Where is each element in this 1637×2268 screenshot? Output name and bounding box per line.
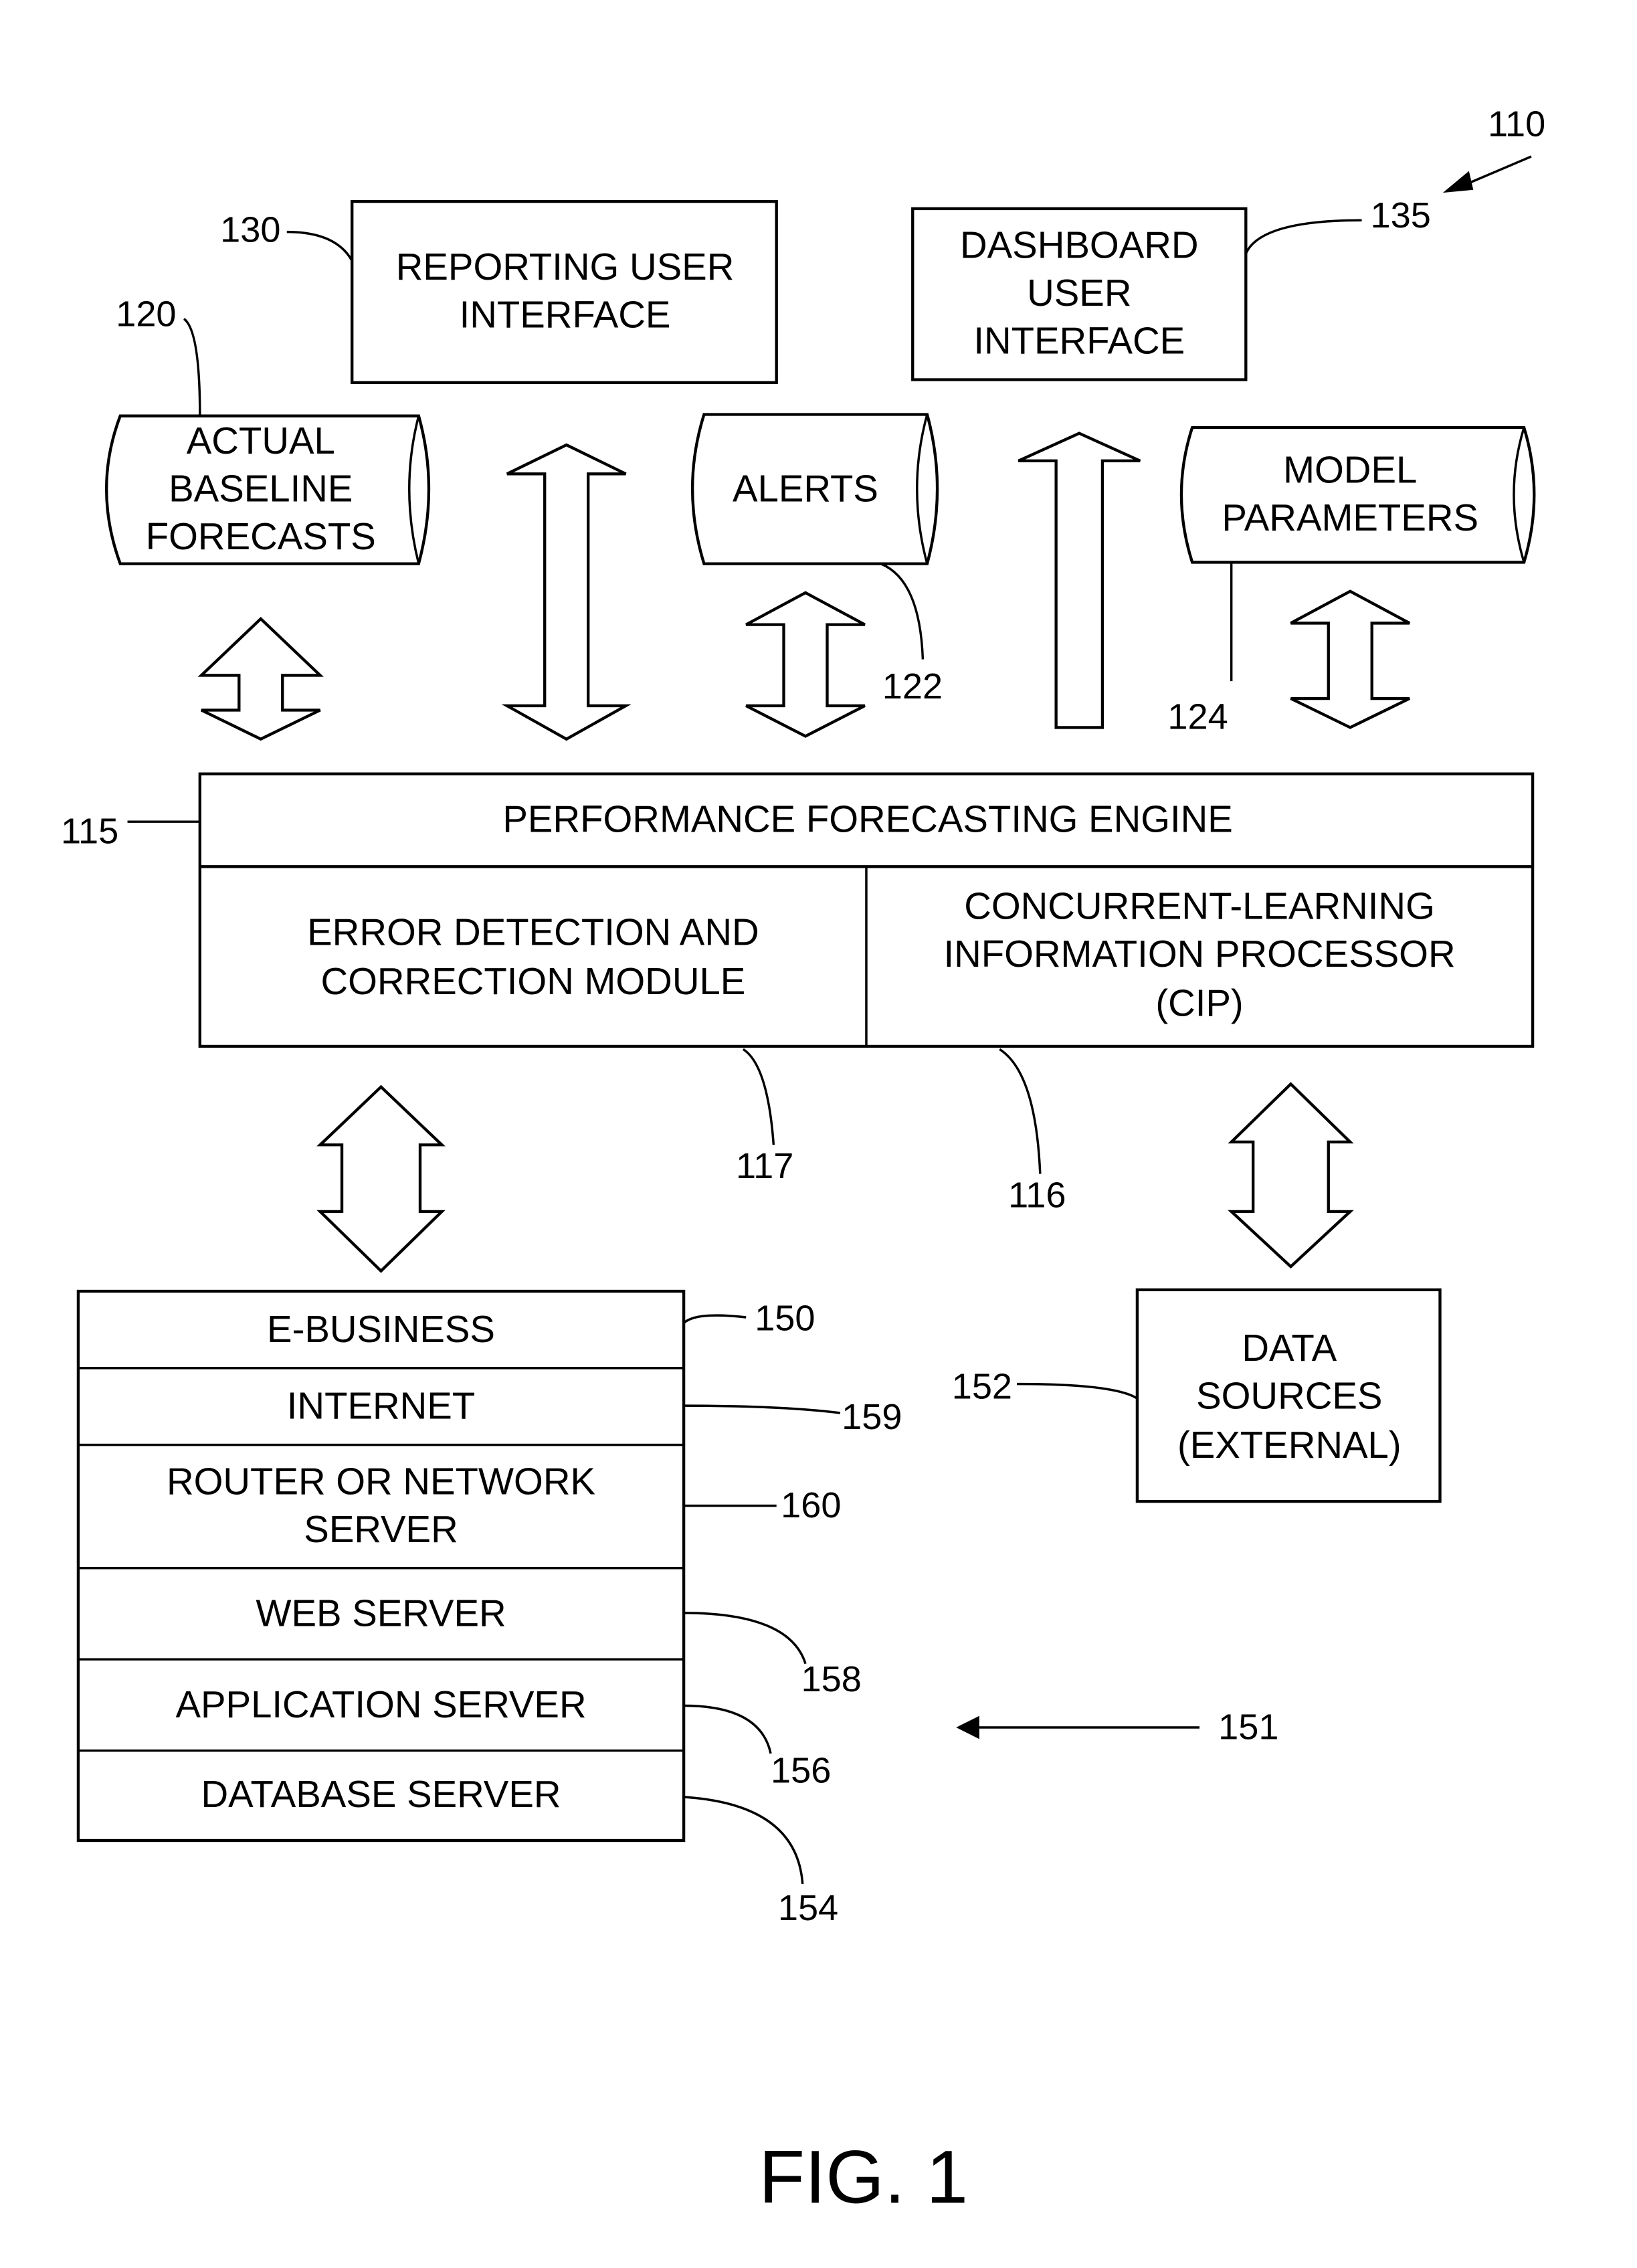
data-sources-line-3: (EXTERNAL): [1177, 1424, 1402, 1466]
layer-e-business: E-BUSINESS: [267, 1308, 495, 1350]
error-module-line-1: ERROR DETECTION AND: [307, 911, 759, 953]
ref-120: 120: [116, 294, 176, 334]
ref-135: 135: [1371, 195, 1431, 235]
engine-title: PERFORMANCE FORECASTING ENGINE: [502, 797, 1232, 840]
leader-156: [684, 1704, 772, 1754]
arrowhead-icon: [1442, 171, 1474, 193]
ref-156: 156: [771, 1750, 831, 1790]
leader-130: [286, 230, 353, 262]
arrowhead-icon: [956, 1715, 979, 1739]
leader-154: [683, 1796, 804, 1885]
dashboard-ui-line-2: USER: [1027, 272, 1131, 314]
leader-135: [1244, 219, 1362, 254]
data-sources-box: DATA SOURCES (EXTERNAL) 152: [952, 1288, 1442, 1503]
up-arrow-engine-dashboard: [1018, 432, 1141, 729]
layer-internet: INTERNET: [287, 1385, 475, 1427]
ref-154: 154: [778, 1888, 838, 1928]
dashboard-ui-box: DASHBOARD USER INTERFACE 135: [911, 195, 1431, 381]
ref-160: 160: [781, 1485, 841, 1525]
layer-router-line-1: ROUTER OR NETWORK: [167, 1460, 595, 1502]
model-parameters-line-1: MODEL: [1283, 448, 1417, 490]
reporting-ui-line-1: REPORTING USER: [396, 246, 735, 288]
leader-117: [742, 1048, 775, 1145]
ref-122: 122: [882, 666, 943, 706]
leader-120: [183, 318, 201, 416]
double-arrow-alerts-engine: [745, 591, 866, 738]
forecasts-line-3: FORECASTS: [146, 515, 376, 557]
layer-database-server: DATABASE SERVER: [201, 1773, 561, 1815]
layer-application-server: APPLICATION SERVER: [175, 1683, 586, 1725]
leader-150: [682, 1314, 747, 1325]
alerts-line-1: ALERTS: [733, 467, 878, 509]
system-ref-leader: [1462, 155, 1532, 187]
patent-figure: 110 REPORTING USER INTERFACE 130 DASHBOA…: [61, 104, 1545, 2219]
data-sources-line-1: DATA: [1242, 1327, 1337, 1369]
ref-117: 117: [736, 1146, 793, 1186]
reporting-ui-box: REPORTING USER INTERFACE 130: [220, 199, 778, 385]
layer-web-server: WEB SERVER: [256, 1592, 506, 1634]
dashboard-ui-line-1: DASHBOARD: [960, 224, 1199, 266]
forecasts-line-1: ACTUAL: [187, 419, 335, 462]
leader-158: [684, 1612, 807, 1665]
system-ref-label: 110: [1488, 104, 1545, 145]
cip-line-1: CONCURRENT-LEARNING: [964, 884, 1435, 927]
data-sources-line-2: SOURCES: [1196, 1374, 1382, 1416]
system-ref-110: 110: [1442, 104, 1545, 193]
cip-line-3: (CIP): [1155, 981, 1243, 1024]
dashboard-ui-line-3: INTERFACE: [973, 320, 1185, 362]
ref-124: 124: [1167, 697, 1228, 737]
ref-130: 130: [220, 210, 280, 250]
model-parameters-line-2: PARAMETERS: [1222, 496, 1478, 539]
double-arrow-forecasts-engine: [197, 616, 324, 741]
ref-115: 115: [61, 812, 118, 852]
forecasts-line-2: BASELINE: [169, 467, 353, 509]
ref-150: 150: [755, 1299, 815, 1339]
double-arrow-model-parameters-engine: [1290, 589, 1411, 729]
ref-152: 152: [952, 1366, 1012, 1406]
double-arrow-reporting-engine: [501, 443, 632, 741]
ref-116: 116: [1008, 1175, 1066, 1215]
error-module-line-2: CORRECTION MODULE: [320, 960, 745, 1002]
layer-router-line-2: SERVER: [304, 1508, 458, 1550]
leader-159: [684, 1404, 841, 1414]
figure-caption: FIG. 1: [759, 2135, 968, 2219]
leader-152: [1017, 1382, 1138, 1400]
double-arrow-engine-stack: [316, 1084, 446, 1273]
cip-line-2: INFORMATION PROCESSOR: [943, 933, 1455, 975]
ref-158: 158: [801, 1659, 862, 1699]
leader-116: [999, 1048, 1042, 1174]
leader-122: [880, 563, 925, 660]
group-ref-151: 151: [956, 1707, 1278, 1747]
ref-151: 151: [1218, 1707, 1278, 1747]
e-business-stack: E-BUSINESS INTERNET ROUTER OR NETWORK SE…: [76, 1289, 902, 1928]
double-arrow-engine-data-sources: [1228, 1082, 1354, 1269]
reporting-ui-line-2: INTERFACE: [460, 294, 671, 336]
ref-159: 159: [842, 1397, 902, 1437]
